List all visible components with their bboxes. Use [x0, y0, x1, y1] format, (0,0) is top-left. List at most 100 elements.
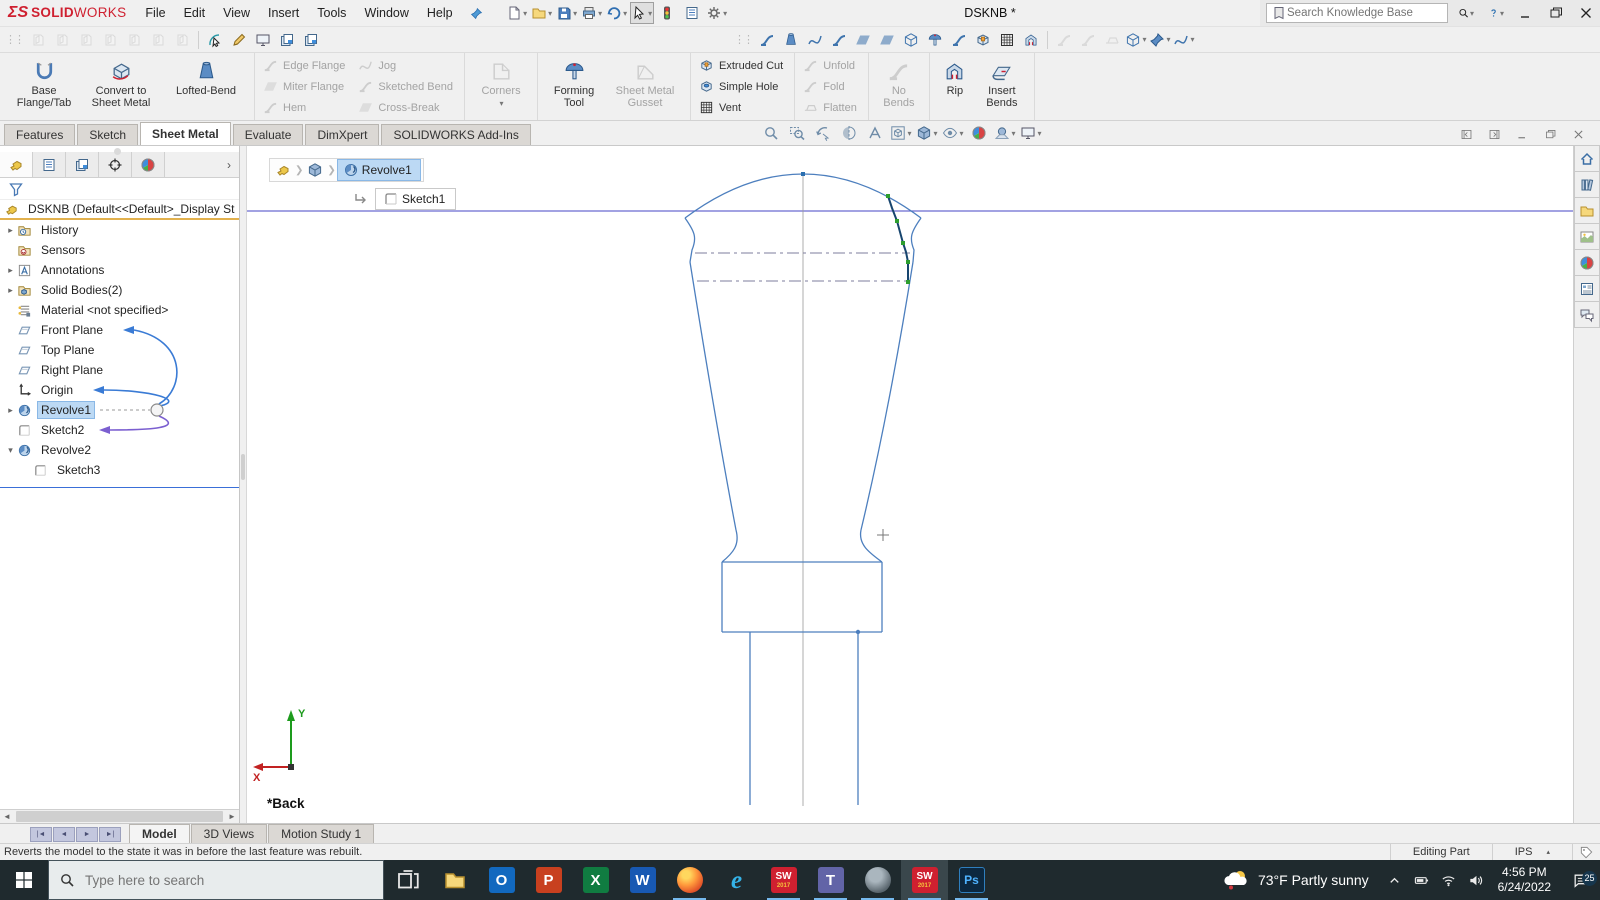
appearances-button[interactable]: [1574, 249, 1600, 276]
knowledge-base-search-input[interactable]: [1287, 7, 1443, 19]
minimize-icon[interactable]: [1518, 2, 1534, 24]
taskbar-solidworks-2017[interactable]: SW 2017: [760, 860, 807, 900]
taskbar-powerpoint[interactable]: P: [525, 860, 572, 900]
weather-widget[interactable]: 73°F Partly sunny: [1211, 867, 1381, 893]
expander-icon[interactable]: ▸: [4, 265, 17, 276]
annotation-visibility-icon[interactable]: [862, 122, 888, 144]
tree-item-sketch2[interactable]: Sketch2: [0, 420, 239, 440]
previous-view-icon[interactable]: [810, 122, 836, 144]
expander-icon[interactable]: ▸: [4, 225, 17, 236]
unfold-icon[interactable]: [1052, 29, 1076, 51]
custom-properties-button[interactable]: [1574, 275, 1600, 302]
screen-view-icon[interactable]: [251, 29, 275, 51]
select-icon[interactable]: ▾: [629, 2, 654, 24]
collapse-left-icon[interactable]: [1459, 127, 1474, 141]
view-settings-icon[interactable]: ▾: [1018, 122, 1044, 144]
minimize-document-icon[interactable]: [1515, 127, 1530, 141]
tab-nav-button[interactable]: ►: [76, 827, 98, 842]
toolbar-grip[interactable]: ⋮⋮: [5, 33, 25, 46]
start-button[interactable]: [0, 860, 48, 900]
search-dropdown-icon[interactable]: ▾: [1458, 2, 1474, 24]
view-top-icon[interactable]: [122, 29, 146, 51]
tab-sketch[interactable]: Sketch: [77, 124, 139, 145]
units-selector[interactable]: IPS ▴: [1491, 844, 1572, 860]
undo-icon[interactable]: ▾: [605, 2, 629, 24]
tree-item-front-plane[interactable]: Front Plane: [0, 320, 239, 340]
edit-sketch-icon[interactable]: [227, 29, 251, 51]
open-icon[interactable]: ▾: [530, 2, 554, 24]
insert-bends-button[interactable]: Insert Bends: [975, 55, 1029, 119]
doc-tab-motion-study-1[interactable]: Motion Study 1: [268, 824, 375, 843]
wifi-icon[interactable]: [1435, 873, 1462, 888]
tab-features[interactable]: Features: [4, 124, 76, 145]
taskbar-firefox[interactable]: [666, 860, 713, 900]
options-icon[interactable]: ▾: [705, 2, 729, 24]
clock[interactable]: 4:56 PM 6/24/2022: [1489, 865, 1560, 895]
doc-tab-model[interactable]: Model: [129, 824, 190, 843]
tab-evaluate[interactable]: Evaluate: [232, 124, 304, 145]
panel-resize-grip[interactable]: [114, 148, 121, 155]
restore-icon[interactable]: [1548, 2, 1564, 24]
restore-document-icon[interactable]: [1543, 127, 1558, 141]
help-icon[interactable]: ▾: [1488, 2, 1504, 24]
taskbar-photoshop[interactable]: Ps: [948, 860, 995, 900]
rebuild-icon[interactable]: [655, 2, 679, 24]
menu-tools[interactable]: Tools: [308, 0, 355, 26]
taskbar-internet-explorer[interactable]: e: [713, 860, 760, 900]
taskbar-task-view[interactable]: [384, 860, 431, 900]
rollback-bar[interactable]: [0, 487, 239, 488]
tree-item-right-plane[interactable]: Right Plane: [0, 360, 239, 380]
tree-item-annotations[interactable]: ▸ Annotations: [0, 260, 239, 280]
pin-menu-icon[interactable]: [470, 7, 483, 20]
flatten-icon[interactable]: [1100, 29, 1124, 51]
tree-item-top-plane[interactable]: Top Plane: [0, 340, 239, 360]
tab-nav-button[interactable]: |◄: [30, 827, 52, 842]
extruded-cut-button[interactable]: Extruded Cut: [696, 57, 789, 74]
design-library-button[interactable]: [1574, 171, 1600, 198]
view-front-icon[interactable]: [26, 29, 50, 51]
tree-root[interactable]: DSKNB (Default<<Default>_Display Sta: [0, 200, 239, 220]
convert-to-sheet-metal-icon[interactable]: [899, 29, 923, 51]
new-document-icon[interactable]: ▾: [505, 2, 529, 24]
body-icon[interactable]: [304, 160, 326, 180]
view-right-icon[interactable]: [98, 29, 122, 51]
tab-solidworks-add-ins[interactable]: SOLIDWORKS Add-Ins: [381, 124, 531, 145]
tree-item-sensors[interactable]: Sensors: [0, 240, 239, 260]
apply-scene-icon[interactable]: ▾: [992, 122, 1018, 144]
expander-icon[interactable]: ▸: [4, 405, 17, 416]
status-tag-icon[interactable]: [1572, 844, 1600, 860]
scroll-left-icon[interactable]: ◄: [0, 810, 14, 823]
taskbar-solidworks-active[interactable]: SW 2017: [901, 860, 948, 900]
panel-expand-chevron-icon[interactable]: ›: [219, 152, 239, 177]
select-arc-icon[interactable]: [203, 29, 227, 51]
taskbar-edrawings[interactable]: [854, 860, 901, 900]
view-cube-icon[interactable]: ▾: [1124, 29, 1148, 51]
view-orientation-icon[interactable]: ▾: [888, 122, 914, 144]
base-flange-tab-button[interactable]: Base Flange/Tab: [9, 55, 79, 119]
propertymanager-tab[interactable]: [33, 152, 66, 177]
file-explorer-pane-button[interactable]: [1574, 197, 1600, 224]
part-icon[interactable]: [272, 160, 294, 180]
tree-item-sketch3[interactable]: Sketch3: [0, 460, 239, 480]
expander-icon[interactable]: ▸: [4, 285, 17, 296]
chevron-up-icon[interactable]: [1381, 873, 1408, 888]
hide-show-items-icon[interactable]: ▾: [940, 122, 966, 144]
lofted-bend-button[interactable]: Lofted-Bend: [163, 55, 249, 119]
tree-horizontal-scrollbar[interactable]: ◄ ►: [0, 809, 239, 823]
tree-item-origin[interactable]: Origin: [0, 380, 239, 400]
jog-icon[interactable]: [947, 29, 971, 51]
breadcrumb-feature[interactable]: Revolve1: [336, 159, 421, 181]
tab-dimxpert[interactable]: DimXpert: [305, 124, 380, 145]
edit-appearance-icon[interactable]: [966, 122, 992, 144]
solidworks-forum-button[interactable]: [1574, 301, 1600, 328]
zoom-to-fit-icon[interactable]: [758, 122, 784, 144]
taskbar-search[interactable]: [48, 860, 384, 900]
expander-icon[interactable]: ▾: [4, 445, 17, 456]
view-back-icon[interactable]: [50, 29, 74, 51]
notification-center[interactable]: 25: [1560, 870, 1600, 889]
tree-item-revolve2[interactable]: ▾ Revolve2: [0, 440, 239, 460]
menu-file[interactable]: File: [136, 0, 174, 26]
miter-flange-icon[interactable]: [875, 29, 899, 51]
displaymanager-tab[interactable]: [132, 152, 165, 177]
configurationmanager-tab[interactable]: [66, 152, 99, 177]
